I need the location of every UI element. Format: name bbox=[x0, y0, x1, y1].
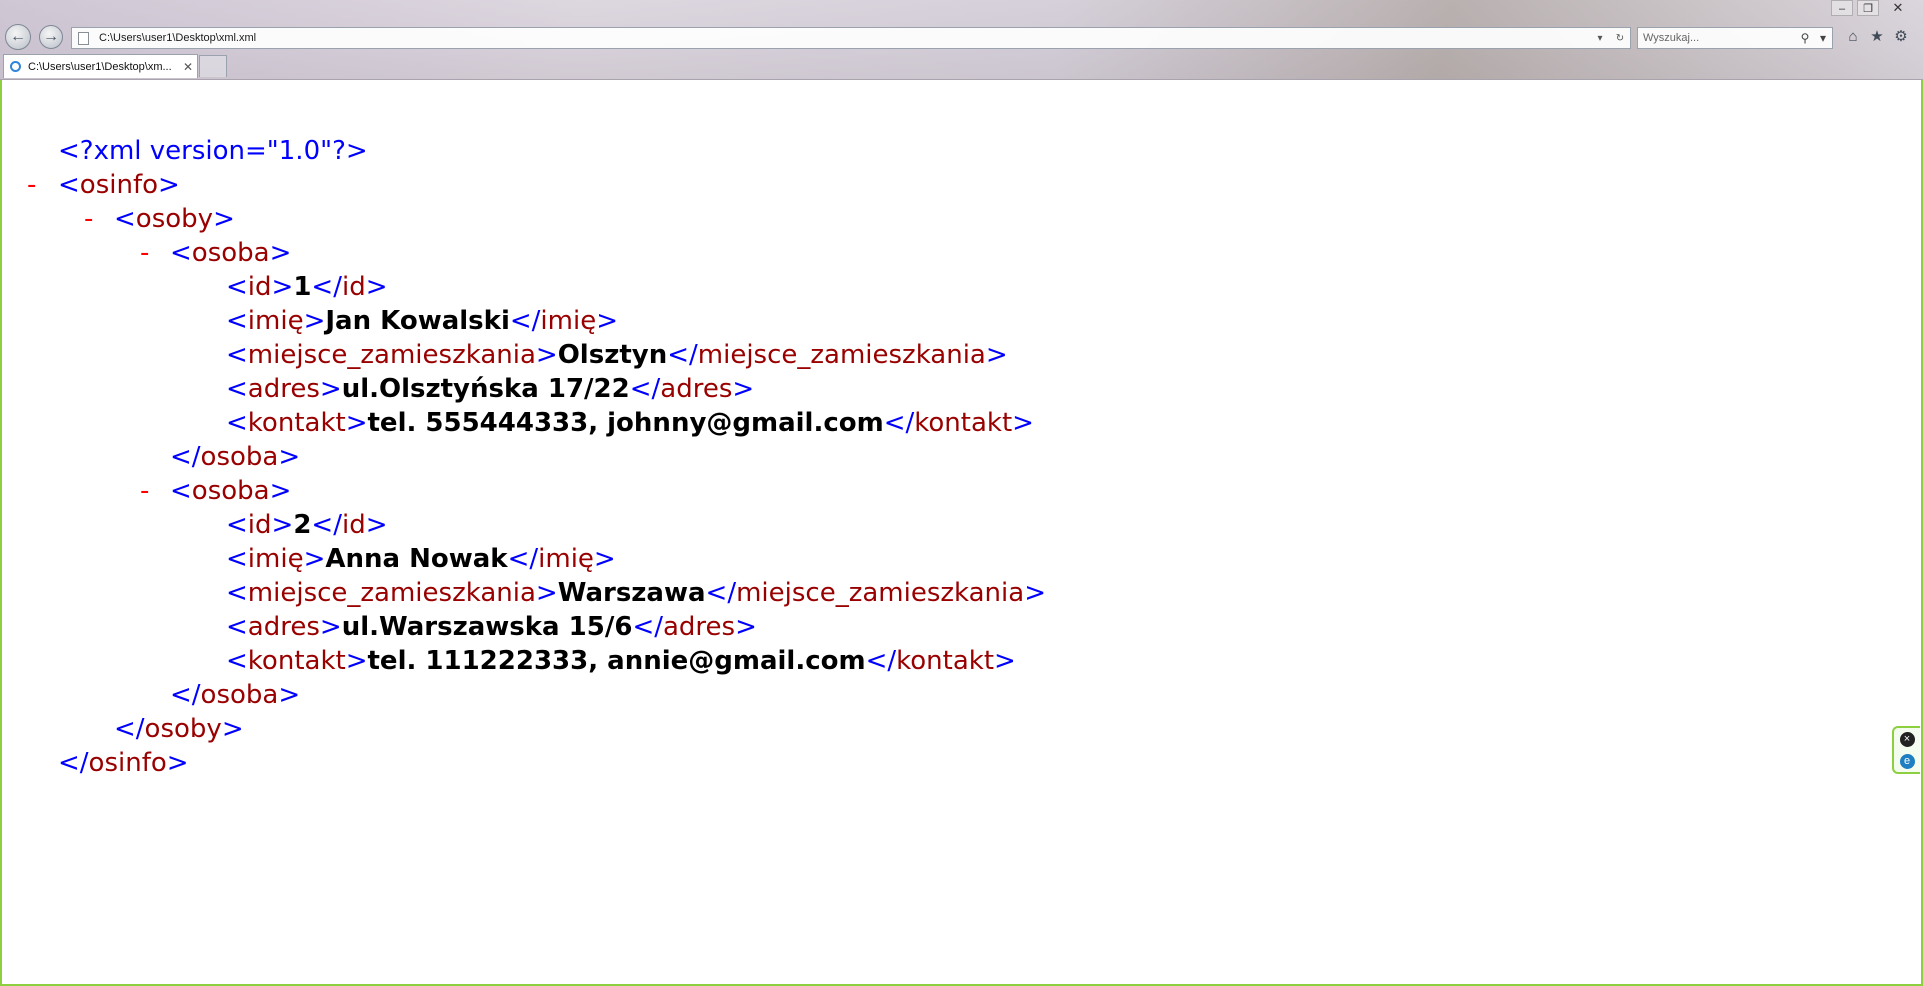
close-circle-icon[interactable]: × bbox=[1899, 731, 1915, 747]
forward-button[interactable]: → bbox=[39, 25, 63, 49]
field-city: <miejsce_zamieszkania>Olsztyn</miejsce_z… bbox=[226, 340, 1008, 370]
search-icon[interactable]: ⚲ bbox=[1796, 31, 1814, 45]
ie-logo-icon[interactable]: e bbox=[1899, 753, 1915, 769]
address-text[interactable]: C:\Users\user1\Desktop\xml.xml bbox=[99, 32, 1590, 44]
open-tag-osoba: <osoba> bbox=[170, 476, 292, 506]
field-address: <adres>ul.Warszawska 15/6</adres> bbox=[226, 612, 757, 642]
field-name: <imię>Anna Nowak</imię> bbox=[226, 544, 616, 574]
close-tag-osinfo: </osinfo> bbox=[58, 748, 189, 778]
field-name: <imię>Jan Kowalski</imię> bbox=[226, 306, 618, 336]
search-dropdown-icon[interactable]: ▾ bbox=[1814, 31, 1832, 45]
gear-icon[interactable]: ⚙ bbox=[1891, 27, 1911, 47]
field-contact: <kontakt>tel. 555444333, johnny@gmail.co… bbox=[226, 408, 1034, 438]
collapse-toggle-osoba-2[interactable]: - bbox=[140, 474, 149, 508]
collapse-toggle-osoby[interactable]: - bbox=[84, 202, 93, 236]
address-bar[interactable]: C:\Users\user1\Desktop\xml.xml ▾ ↻ bbox=[71, 27, 1631, 49]
back-button[interactable]: ← bbox=[5, 24, 31, 50]
home-icon[interactable]: ⌂ bbox=[1843, 27, 1863, 47]
browser-toolbar: ← → C:\Users\user1\Desktop\xml.xml ▾ ↻ ⚲… bbox=[0, 0, 1923, 80]
minimize-icon[interactable]: – bbox=[1831, 0, 1853, 16]
window-controls: – ❐ ✕ bbox=[1831, 0, 1913, 16]
xml-document: <?xml version="1.0"?> - <osinfo> - <osob… bbox=[0, 80, 1923, 986]
close-icon[interactable]: ✕ bbox=[1883, 0, 1913, 16]
close-tag-osoba: </osoba> bbox=[170, 442, 301, 472]
search-input[interactable] bbox=[1638, 31, 1796, 45]
field-city: <miejsce_zamieszkania>Warszawa</miejsce_… bbox=[226, 578, 1046, 608]
close-tag-osoba: </osoba> bbox=[170, 680, 301, 710]
search-box[interactable]: ⚲ ▾ bbox=[1637, 27, 1833, 49]
side-widget: × e bbox=[1892, 726, 1920, 774]
ie-page-icon bbox=[10, 61, 21, 72]
field-address: <adres>ul.Olsztyńska 17/22</adres> bbox=[226, 374, 755, 404]
tab-xml[interactable]: C:\Users\user1\Desktop\xm... ✕ bbox=[3, 54, 198, 78]
field-id: <id>1</id> bbox=[226, 272, 388, 302]
page-icon bbox=[78, 31, 89, 45]
open-tag-osinfo: <osinfo> bbox=[58, 170, 180, 200]
tab-label: C:\Users\user1\Desktop\xm... bbox=[28, 60, 172, 73]
back-arrow-icon: ← bbox=[10, 28, 26, 45]
field-contact: <kontakt>tel. 111222333, annie@gmail.com… bbox=[226, 646, 1016, 676]
open-tag-osoba: <osoba> bbox=[170, 238, 292, 268]
forward-arrow-icon: → bbox=[43, 28, 59, 45]
collapse-toggle-osoba-1[interactable]: - bbox=[140, 236, 149, 270]
tab-close-icon[interactable]: ✕ bbox=[179, 60, 197, 74]
collapse-toggle-osinfo[interactable]: - bbox=[27, 168, 36, 202]
xml-declaration: <?xml version="1.0"?> bbox=[58, 136, 368, 166]
field-id: <id>2</id> bbox=[226, 510, 388, 540]
new-tab-button[interactable] bbox=[199, 55, 227, 77]
toolbar-icons: ⌂ ★ ⚙ bbox=[1843, 27, 1911, 47]
address-dropdown-icon[interactable]: ▾ bbox=[1590, 33, 1610, 44]
refresh-icon[interactable]: ↻ bbox=[1610, 33, 1630, 44]
star-icon[interactable]: ★ bbox=[1867, 27, 1887, 47]
restore-icon[interactable]: ❐ bbox=[1857, 0, 1879, 16]
close-tag-osoby: </osoby> bbox=[114, 714, 244, 744]
open-tag-osoby: <osoby> bbox=[114, 204, 235, 234]
